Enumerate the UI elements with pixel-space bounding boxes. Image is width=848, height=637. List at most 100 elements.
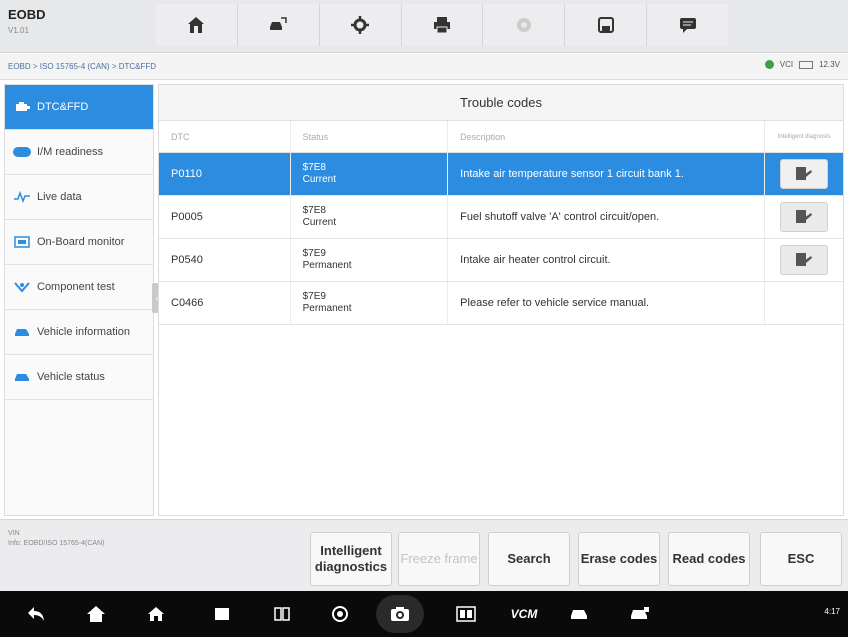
sidebar-item-im-readiness[interactable]: I/M readiness xyxy=(5,130,153,175)
panel-title: Trouble codes xyxy=(159,85,843,121)
sidebar: DTC&FFD I/M readiness Live data On-Board… xyxy=(4,84,154,516)
sidebar-item-label: I/M readiness xyxy=(37,145,104,158)
settings-button[interactable] xyxy=(319,4,402,46)
car-repair-icon[interactable] xyxy=(630,604,650,624)
ecu-address: $7E8 xyxy=(302,205,326,216)
monitor-icon xyxy=(13,236,31,248)
column-header-intelligent-diagnosis: Intelligent diagnosis xyxy=(777,133,831,140)
intelligent-cell xyxy=(765,153,843,195)
dtc-code: P0005 xyxy=(159,196,291,238)
intelligent-cell xyxy=(765,196,843,238)
sidebar-item-label: Vehicle information xyxy=(37,325,130,338)
dtc-code: P0110 xyxy=(159,153,291,195)
recent-apps-icon[interactable] xyxy=(212,604,232,624)
edit-report-icon xyxy=(796,167,813,180)
print-button[interactable] xyxy=(401,4,484,46)
app-version: V1.01 xyxy=(8,26,29,35)
status-cell: $7E9 Permanent xyxy=(291,282,449,324)
sidebar-item-on-board-monitor[interactable]: On-Board monitor xyxy=(5,220,153,265)
breadcrumb[interactable]: EOBD > ISO 15765-4 (CAN) > DTC&FFD xyxy=(8,62,156,71)
dtc-state: Permanent xyxy=(302,303,352,314)
table-row[interactable]: P0005 $7E8 Current Fuel shutoff valve 'A… xyxy=(159,196,843,239)
browser-icon[interactable] xyxy=(330,604,350,624)
gear-icon xyxy=(351,16,370,34)
save-icon xyxy=(597,17,614,33)
edit-report-icon xyxy=(796,210,813,223)
back-icon[interactable] xyxy=(26,604,46,624)
vehicle-swap-icon xyxy=(270,17,288,30)
dtc-description: Intake air heater control circuit. xyxy=(448,239,766,281)
erase-codes-button[interactable]: Erase codes xyxy=(578,532,660,586)
sidebar-item-label: Component test xyxy=(37,280,115,293)
vin-label: VIN xyxy=(8,530,20,537)
status-cell: $7E8 Current xyxy=(291,153,449,195)
vin-info: Info: EOBD/ISO 15765-4(CAN) xyxy=(8,540,105,547)
record-icon xyxy=(516,18,531,32)
breadcrumb-bar: EOBD > ISO 15765-4 (CAN) > DTC&FFD VCI 1… xyxy=(0,54,848,80)
vehicle-swap-button[interactable] xyxy=(237,4,320,46)
intelligent-diagnosis-button[interactable] xyxy=(780,245,829,275)
intelligent-diagnosis-button[interactable] xyxy=(780,202,829,232)
intelligent-diagnosis-button[interactable] xyxy=(780,159,829,189)
app-home-icon[interactable] xyxy=(146,604,166,624)
battery-icon xyxy=(799,60,814,69)
message-button[interactable] xyxy=(647,4,729,46)
car-connect-icon[interactable] xyxy=(570,604,590,624)
sidebar-item-vehicle-information[interactable]: Vehicle information xyxy=(5,310,153,355)
split-screen-icon[interactable] xyxy=(272,604,292,624)
display-mirror-icon[interactable] xyxy=(456,604,476,624)
sidebar-item-label: On-Board monitor xyxy=(37,235,125,248)
sidebar-item-label: Live data xyxy=(37,190,82,203)
dtc-state: Current xyxy=(302,217,336,228)
header-bar: EOBD V1.01 xyxy=(0,0,848,53)
dtc-description: Fuel shutoff valve 'A' control circuit/o… xyxy=(448,196,766,238)
vci-status: VCI 12.3V xyxy=(764,60,840,69)
column-header-status: Status xyxy=(291,121,449,152)
table-header: DTC Status Description Intelligent diagn… xyxy=(159,121,843,153)
sidebar-item-vehicle-status[interactable]: Vehicle status xyxy=(5,355,153,400)
voltage-readout: 12.3V xyxy=(819,60,840,69)
vci-connected-icon xyxy=(764,60,774,69)
car-info-icon xyxy=(13,326,31,338)
engine-icon xyxy=(13,101,31,113)
sidebar-item-dtc-ffd[interactable]: DTC&FFD xyxy=(5,85,153,130)
status-cell: $7E8 Current xyxy=(291,196,449,238)
intelligent-diagnostics-button[interactable]: Intelligent diagnostics xyxy=(310,532,392,586)
dtc-state: Permanent xyxy=(302,260,352,271)
search-button[interactable]: Search xyxy=(488,532,570,586)
table-row[interactable]: P0540 $7E9 Permanent Intake air heater c… xyxy=(159,239,843,282)
component-icon xyxy=(13,281,31,293)
app-title: EOBD xyxy=(8,7,46,22)
record-button[interactable] xyxy=(483,4,566,46)
sidebar-item-live-data[interactable]: Live data xyxy=(5,175,153,220)
vci-label: VCI xyxy=(779,60,794,69)
trouble-codes-panel: Trouble codes DTC Status Description Int… xyxy=(158,84,844,516)
column-header-dtc: DTC xyxy=(159,121,291,152)
system-nav-bar: VCM 4:17 xyxy=(0,591,848,637)
ecu-address: $7E9 xyxy=(302,291,326,302)
read-codes-button[interactable]: Read codes xyxy=(668,532,750,586)
intelligent-cell xyxy=(765,239,843,281)
sidebar-item-label: DTC&FFD xyxy=(37,100,89,113)
im-badge-icon xyxy=(13,146,31,158)
column-header-description: Description xyxy=(448,121,766,152)
table-row[interactable]: C0466 $7E9 Permanent Please refer to veh… xyxy=(159,282,843,325)
edit-report-icon xyxy=(796,253,813,266)
function-bar: VIN Info: EOBD/ISO 15765-4(CAN) Intellig… xyxy=(0,519,848,591)
table-row[interactable]: P0110 $7E8 Current Intake air temperatur… xyxy=(159,153,843,196)
toolbar xyxy=(156,4,729,46)
sidebar-item-label: Vehicle status xyxy=(37,370,105,383)
home-icon[interactable] xyxy=(86,604,106,624)
freeze-frame-button[interactable]: Freeze frame xyxy=(398,532,480,586)
status-cell: $7E9 Permanent xyxy=(291,239,449,281)
sidebar-item-component-test[interactable]: Component test xyxy=(5,265,153,310)
ecu-address: $7E8 xyxy=(302,162,326,173)
system-status-time: 4:17 xyxy=(824,607,840,616)
dtc-state: Current xyxy=(302,174,336,185)
save-button[interactable] xyxy=(565,4,648,46)
screenshot-button[interactable] xyxy=(376,595,424,633)
intelligent-cell xyxy=(765,282,843,324)
vcm-icon[interactable]: VCM xyxy=(508,604,540,624)
home-button[interactable] xyxy=(156,4,238,46)
esc-button[interactable]: ESC xyxy=(760,532,842,586)
